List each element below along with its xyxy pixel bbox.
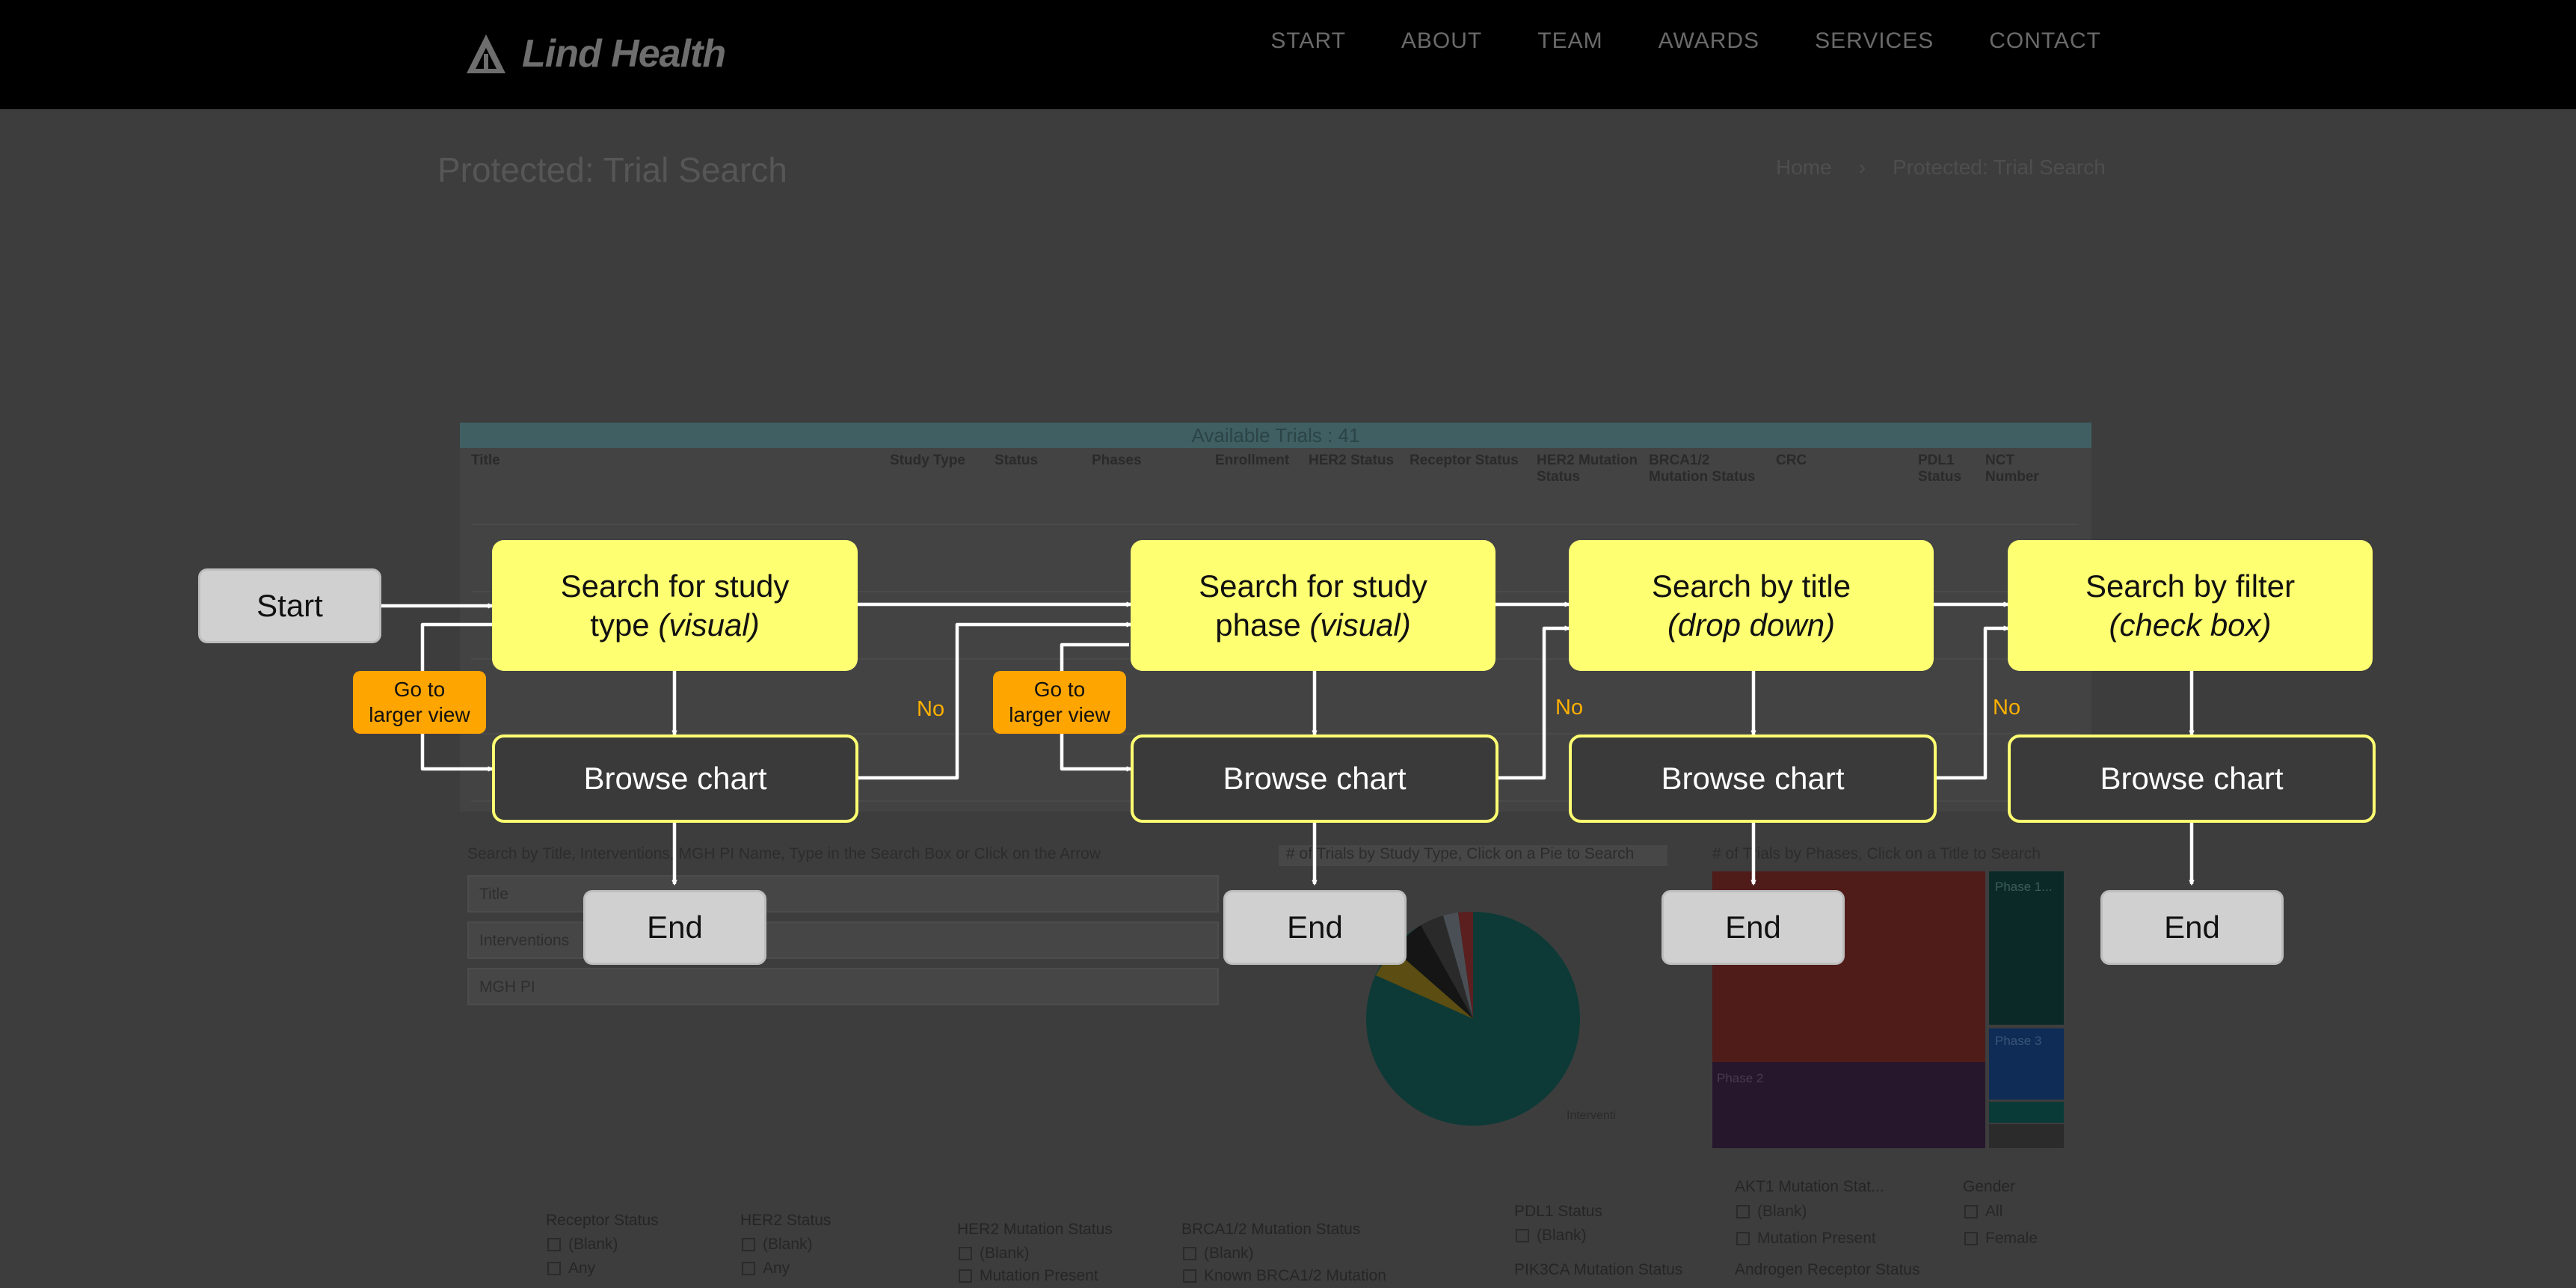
goto-larger-view-label-1: Go to larger view (353, 671, 486, 734)
search-study-phase-node: Search for study phase (visual) (1131, 540, 1496, 671)
goto-line: Go to (1033, 678, 1086, 702)
browse-chart-node-4: Browse chart (2008, 735, 2376, 823)
end-node-2: End (1223, 890, 1407, 965)
goto-text: Go to larger view (369, 677, 470, 727)
node-line: Search by filter (2085, 568, 2296, 604)
node-line: Search for study (560, 568, 790, 604)
end-node-3: End (1662, 890, 1845, 965)
node-line-italic: (drop down) (1667, 607, 1836, 643)
goto-line: larger view (1009, 703, 1110, 726)
start-node: Start (198, 568, 381, 643)
end-node-1: End (583, 890, 766, 965)
goto-text: Go to larger view (1009, 677, 1110, 727)
no-label-3: No (1993, 696, 2021, 720)
end-node-4: End (2100, 890, 2284, 965)
browse-chart-node-1: Browse chart (492, 735, 858, 823)
node-text: Search by filter (check box) (2085, 567, 2295, 643)
search-by-title-node: Search by title (drop down) (1569, 540, 1934, 671)
node-line: Search for study (1199, 568, 1427, 604)
node-text: Search for study phase (visual) (1199, 567, 1427, 643)
node-line: phase (1215, 607, 1310, 643)
goto-line: Go to (393, 678, 446, 702)
goto-larger-view-label-2: Go to larger view (993, 671, 1126, 734)
node-line: type (590, 607, 659, 643)
no-label-1: No (917, 697, 945, 721)
node-line: Search by title (1651, 568, 1851, 604)
browse-chart-node-2: Browse chart (1131, 735, 1498, 823)
search-study-type-node: Search for study type (visual) (492, 540, 858, 671)
no-label-2: No (1555, 696, 1584, 720)
goto-line: larger view (369, 703, 470, 726)
browse-chart-node-3: Browse chart (1569, 735, 1937, 823)
search-by-filter-node: Search by filter (check box) (2008, 540, 2373, 671)
node-line-italic: (visual) (658, 607, 760, 643)
node-line-italic: (check box) (2109, 607, 2272, 643)
node-line-italic: (visual) (1309, 607, 1411, 643)
node-text: Search for study type (visual) (561, 567, 790, 643)
node-text: Search by title (drop down) (1652, 567, 1851, 643)
